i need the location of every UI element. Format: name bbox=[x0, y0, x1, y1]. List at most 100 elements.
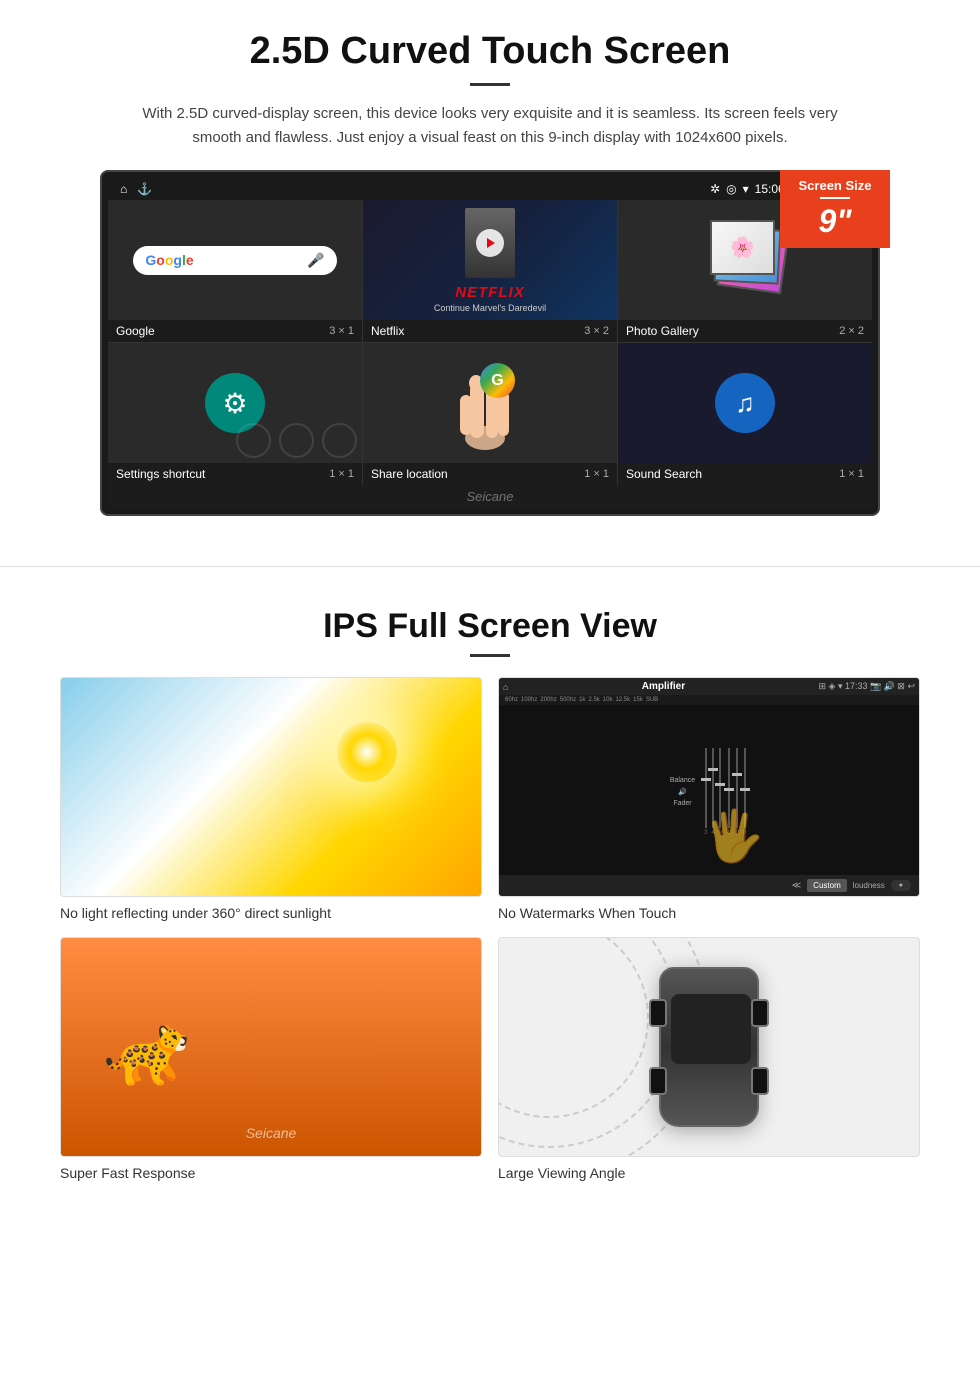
app-cell-sound[interactable]: ♫ Sound Search 1 × 1 bbox=[618, 343, 872, 485]
app-cell-settings[interactable]: ⚙ Settings shortcut 1 × 1 bbox=[108, 343, 362, 485]
settings-size: 1 × 1 bbox=[329, 468, 354, 480]
card-car: Large Viewing Angle bbox=[498, 937, 920, 1181]
gallery-img-front: 🌸 bbox=[710, 220, 775, 275]
netflix-logo-text: NETFLIX bbox=[455, 284, 525, 301]
amplifier-image: ⌂ Amplifier ⊞ ◈ ▾ 17:33 📷 🔊 ⊠ ↩ 60hz 100… bbox=[498, 677, 920, 897]
cheetah-image: 🐆 Seicane bbox=[60, 937, 482, 1157]
g-maps-icon: G bbox=[480, 363, 515, 398]
cheetah-silhouette: 🐆 bbox=[103, 1009, 190, 1091]
share-cell-inner: G bbox=[363, 343, 617, 463]
card-cheetah: 🐆 Seicane Super Fast Response bbox=[60, 937, 482, 1181]
amplifier-caption: No Watermarks When Touch bbox=[498, 905, 920, 921]
status-left: ⌂ ⚓ bbox=[120, 182, 152, 196]
home-icon-amp: ⌂ bbox=[503, 682, 508, 692]
badge-label: Screen Size bbox=[790, 178, 880, 193]
car-wheel-front-right bbox=[751, 999, 769, 1027]
custom-btn[interactable]: Custom bbox=[807, 879, 847, 892]
sound-cell-inner: ♫ bbox=[618, 343, 872, 463]
settings-bg-icons bbox=[236, 423, 357, 458]
car-image bbox=[498, 937, 920, 1157]
gallery-size: 2 × 2 bbox=[839, 325, 864, 337]
wifi-icon: ▾ bbox=[743, 182, 749, 196]
netflix-bg: NETFLIX Continue Marvel's Daredevil bbox=[363, 200, 617, 320]
app-cell-netflix[interactable]: NETFLIX Continue Marvel's Daredevil Netf… bbox=[363, 200, 617, 342]
loudness-label: loudness bbox=[853, 881, 885, 890]
google-search-bar[interactable]: Google 🎤 bbox=[133, 246, 336, 275]
netflix-label-row: Netflix 3 × 2 bbox=[363, 320, 617, 342]
amp-back-btn: ≪ bbox=[792, 880, 801, 891]
section1-description: With 2.5D curved-display screen, this de… bbox=[140, 102, 840, 150]
amp-status: ⊞ ◈ ▾ 17:33 📷 🔊 ⊠ ↩ bbox=[819, 681, 916, 692]
freq-labels: 60hz 100hz 200hz 500hz 1k 2.5k 10k 12.5k… bbox=[499, 695, 919, 705]
car-caption: Large Viewing Angle bbox=[498, 1165, 920, 1181]
amp-header: ⌂ Amplifier ⊞ ◈ ▾ 17:33 📷 🔊 ⊠ ↩ bbox=[499, 678, 919, 695]
section2-divider bbox=[470, 654, 510, 657]
status-bar: ⌂ ⚓ ✲ ◎ ▾ 15:06 📷 🔊 ⊠ ▭ bbox=[108, 178, 872, 200]
sound-icon-circle: ♫ bbox=[715, 373, 775, 433]
section1-divider bbox=[470, 83, 510, 86]
section-separator bbox=[0, 566, 980, 567]
google-label-row: Google 3 × 1 bbox=[108, 320, 362, 342]
music-note-icon: ♫ bbox=[735, 388, 755, 419]
device-mockup: Screen Size 9" ⌂ ⚓ ✲ ◎ ▾ 15:06 📷 bbox=[100, 170, 880, 516]
slider-thumb-4 bbox=[724, 788, 734, 791]
amp-hand-icon: 🖐 bbox=[703, 807, 765, 866]
amp-left-labels: Balance 🔊 Fader bbox=[670, 777, 699, 807]
slider-thumb-5 bbox=[732, 773, 742, 776]
bluetooth-icon: ✲ bbox=[710, 182, 720, 196]
gallery-label: Photo Gallery bbox=[626, 324, 699, 338]
settings-label-row: Settings shortcut 1 × 1 bbox=[108, 463, 362, 485]
settings-cell-inner: ⚙ bbox=[108, 343, 362, 463]
gallery-label-row: Photo Gallery 2 × 2 bbox=[618, 320, 872, 342]
slider-thumb-1 bbox=[701, 778, 711, 781]
image-grid: No light reflecting under 360° direct su… bbox=[60, 677, 920, 1181]
amp-sliders: Balance 🔊 Fader 3 bbox=[503, 687, 915, 887]
gallery-stack: 🌸 bbox=[705, 220, 785, 300]
car-wheel-rear-left bbox=[649, 1067, 667, 1095]
netflix-sub-text: Continue Marvel's Daredevil bbox=[434, 303, 546, 313]
home-icon: ⌂ bbox=[120, 182, 127, 196]
sound-label: Sound Search bbox=[626, 467, 702, 481]
mic-icon: 🎤 bbox=[307, 252, 324, 269]
netflix-cell-inner: NETFLIX Continue Marvel's Daredevil bbox=[363, 200, 617, 320]
section-curved-screen: 2.5D Curved Touch Screen With 2.5D curve… bbox=[0, 0, 980, 536]
location-icon: ◎ bbox=[726, 182, 736, 196]
card-sunlight: No light reflecting under 360° direct su… bbox=[60, 677, 482, 921]
slider-thumb-2 bbox=[708, 768, 718, 771]
section2-title: IPS Full Screen View bbox=[60, 607, 920, 646]
app-grid: Google 🎤 Google 3 × 1 bbox=[108, 200, 872, 485]
amplifier-title: Amplifier bbox=[642, 681, 685, 692]
share-label-row: Share location 1 × 1 bbox=[363, 463, 617, 485]
netflix-size: 3 × 2 bbox=[584, 325, 609, 337]
section-ips: IPS Full Screen View No light reflecting… bbox=[0, 597, 980, 1201]
share-label: Share location bbox=[371, 467, 448, 481]
car-wheel-rear-right bbox=[751, 1067, 769, 1095]
cheetah-caption: Super Fast Response bbox=[60, 1165, 482, 1181]
badge-size: 9" bbox=[790, 203, 880, 240]
app-cell-google[interactable]: Google 🎤 Google 3 × 1 bbox=[108, 200, 362, 342]
sunlight-rays bbox=[337, 722, 397, 782]
slider-thumb-6 bbox=[740, 788, 750, 791]
slider-thumb-3 bbox=[715, 783, 725, 786]
section1-title: 2.5D Curved Touch Screen bbox=[60, 30, 920, 73]
netflix-label: Netflix bbox=[371, 324, 404, 338]
settings-label: Settings shortcut bbox=[116, 467, 205, 481]
google-logo: Google bbox=[145, 252, 193, 268]
loudness-toggle[interactable]: ● bbox=[891, 880, 911, 891]
gear-icon: ⚙ bbox=[222, 387, 247, 420]
sound-label-row: Sound Search 1 × 1 bbox=[618, 463, 872, 485]
device-screen: ⌂ ⚓ ✲ ◎ ▾ 15:06 📷 🔊 ⊠ ▭ bbox=[108, 178, 872, 508]
netflix-play-btn[interactable] bbox=[476, 229, 504, 257]
sound-size: 1 × 1 bbox=[839, 468, 864, 480]
card-amplifier: ⌂ Amplifier ⊞ ◈ ▾ 17:33 📷 🔊 ⊠ ↩ 60hz 100… bbox=[498, 677, 920, 921]
screen-size-badge: Screen Size 9" bbox=[780, 170, 890, 248]
app-cell-share[interactable]: G bbox=[363, 343, 617, 485]
badge-divider bbox=[820, 197, 850, 199]
sunlight-image bbox=[60, 677, 482, 897]
amp-footer: ≪ Custom loudness ● bbox=[499, 875, 919, 896]
share-hand-container: G bbox=[450, 353, 530, 453]
google-label: Google bbox=[116, 324, 155, 338]
google-size: 3 × 1 bbox=[329, 325, 354, 337]
car-wheel-front-left bbox=[649, 999, 667, 1027]
share-size: 1 × 1 bbox=[584, 468, 609, 480]
